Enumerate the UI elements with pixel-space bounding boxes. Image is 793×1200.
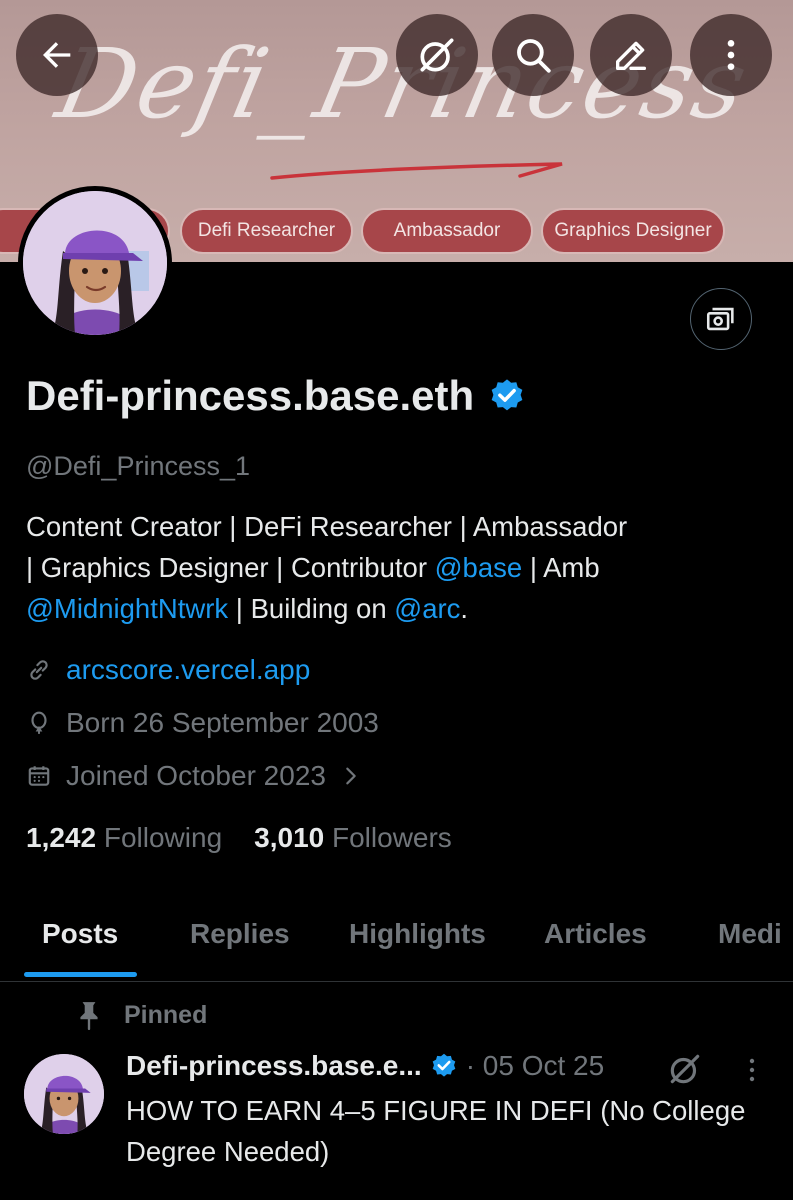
joined-row[interactable]: Joined October 2023 [26, 760, 362, 792]
post-author-name[interactable]: Defi-princess.base.e... [126, 1050, 422, 1082]
tab-posts[interactable]: Posts [42, 918, 118, 950]
pinned-indicator: Pinned [76, 1000, 207, 1030]
bio-line-2: | Graphics Designer | Contributor @base … [26, 547, 746, 588]
tab-media[interactable]: Medi [718, 918, 782, 950]
verified-badge-icon[interactable] [488, 377, 526, 415]
birthday-row: Born 26 September 2003 [26, 707, 379, 739]
avatar-illustration [23, 191, 167, 335]
arrow-left-icon [43, 42, 71, 68]
followers-label: Followers [332, 822, 452, 853]
money-icon [706, 307, 734, 331]
pinned-label: Pinned [124, 1000, 208, 1029]
more-vertical-icon [727, 40, 735, 70]
following-stat[interactable]: 1,242 Following [26, 822, 222, 854]
balloon-icon [31, 711, 47, 734]
profile-handle: @Defi_Princess_1 [26, 451, 251, 481]
mention-midnight-link[interactable]: @MidnightNtwrk [26, 593, 228, 624]
bio-text: . [460, 593, 469, 624]
birthday-text: Born 26 September 2003 [66, 707, 379, 738]
tab-articles[interactable]: Articles [544, 918, 647, 950]
subscriptions-button[interactable] [690, 288, 752, 350]
bio-text: | Graphics Designer | Contributor [26, 552, 435, 583]
post-author-avatar[interactable] [24, 1054, 104, 1134]
banner-chip-defi-researcher: Defi Researcher [180, 208, 353, 254]
banner-chip-graphics-designer: Graphics Designer [541, 208, 725, 254]
edit-icon [616, 41, 646, 71]
tab-replies[interactable]: Replies [190, 918, 290, 950]
calendar-icon [28, 766, 50, 786]
follow-stats: 1,242 Following 3,010 Followers [26, 822, 452, 854]
profile-name-row: Defi-princess.base.eth [26, 372, 526, 420]
grok-icon[interactable] [666, 1050, 704, 1088]
verified-badge-icon [432, 1053, 456, 1077]
back-button[interactable] [16, 14, 98, 96]
post-date[interactable]: · 05 Oct 25 [466, 1050, 605, 1082]
profile-tabs: Posts Replies Highlights Articles Medi [0, 912, 793, 982]
bio-text: | Building on [228, 593, 395, 624]
bio-text: | Amb [522, 552, 600, 583]
search-button[interactable] [492, 14, 574, 96]
mention-base-link[interactable]: @base [435, 552, 523, 583]
bio-line-3: @MidnightNtwrk | Building on @arc. [26, 588, 746, 629]
followers-count: 3,010 [254, 822, 325, 853]
following-label: Following [103, 822, 223, 853]
grok-icon [420, 38, 454, 72]
followers-stat[interactable]: 3,010 Followers [254, 822, 452, 854]
tab-highlights[interactable]: Highlights [349, 918, 486, 950]
search-icon [517, 39, 551, 73]
bio-line-1: Content Creator | DeFi Researcher | Amba… [26, 511, 628, 542]
avatar-illustration [24, 1054, 104, 1134]
joined-text: Joined October 2023 [66, 760, 326, 791]
mention-arc-link[interactable]: @arc [394, 593, 460, 624]
active-tab-indicator [24, 972, 137, 977]
profile-bio: Content Creator | DeFi Researcher | Amba… [26, 506, 746, 629]
more-button[interactable] [690, 14, 772, 96]
more-vertical-icon[interactable] [740, 1054, 764, 1086]
post-text[interactable]: HOW TO EARN 4–5 FIGURE IN DEFI (No Colle… [126, 1090, 746, 1172]
edit-button[interactable] [590, 14, 672, 96]
following-count: 1,242 [26, 822, 97, 853]
website-row: arcscore.vercel.app [26, 654, 310, 686]
link-icon [30, 660, 48, 680]
post-header: Defi-princess.base.e... · 05 Oct 25 [126, 1050, 604, 1082]
profile-avatar[interactable] [18, 186, 172, 340]
banner-chip-ambassador: Ambassador [361, 208, 533, 254]
pin-icon [80, 1002, 98, 1030]
website-link[interactable]: arcscore.vercel.app [66, 654, 310, 686]
chevron-right-icon [346, 767, 356, 785]
banner-underline [270, 162, 563, 180]
display-name: Defi-princess.base.eth [26, 372, 475, 419]
grok-button[interactable] [396, 14, 478, 96]
